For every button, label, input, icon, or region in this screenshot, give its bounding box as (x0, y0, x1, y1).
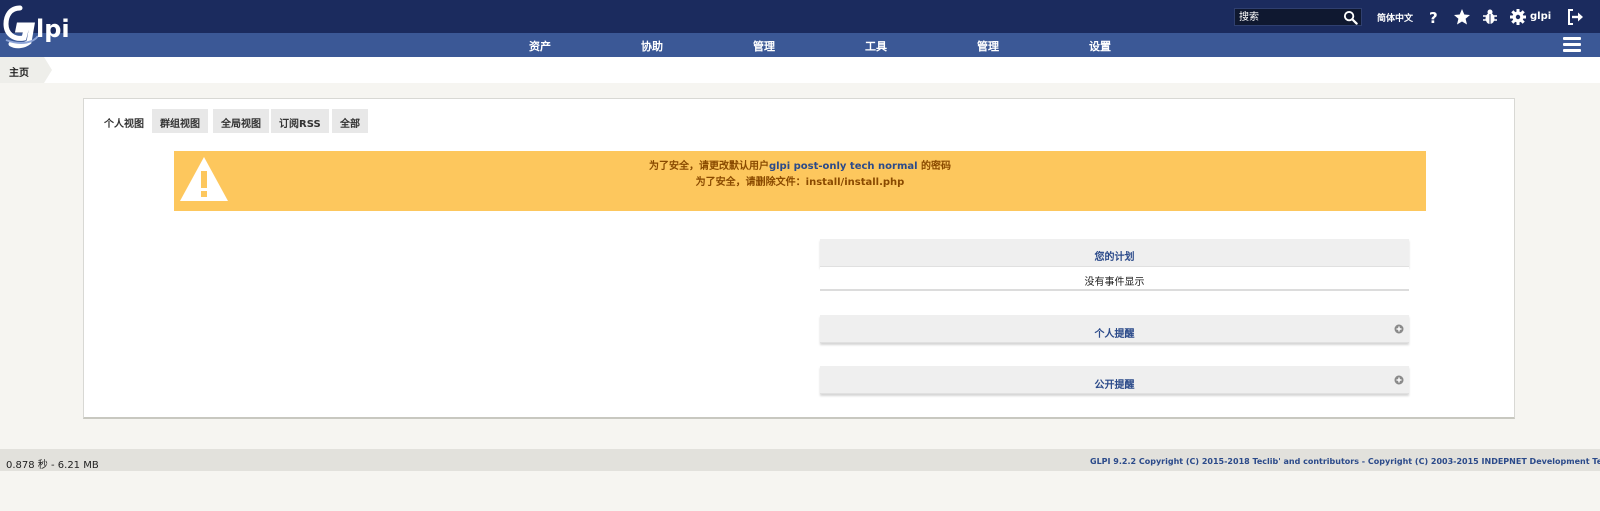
logo-text: lpi (36, 15, 70, 43)
search-input[interactable] (1235, 9, 1339, 25)
menu-assets[interactable]: 资产 (510, 38, 570, 54)
glpi-logo[interactable]: lpi (2, 2, 88, 52)
main-menu-bar (0, 33, 1600, 57)
tab-rss-feed[interactable]: 订阅RSS (271, 109, 329, 133)
alert-default-users[interactable]: glpi post-only tech normal (769, 161, 918, 172)
search-icon[interactable] (1343, 10, 1358, 25)
alert-password-message: 为了安全，请更改默认用户glpi post-only tech normal 的… (648, 161, 952, 172)
menu-management[interactable]: 管理 (734, 38, 794, 54)
breadcrumb-bar (0, 57, 1600, 83)
alert-install-file-message: 为了安全，请删除文件：install/install.php (695, 177, 905, 188)
logout-icon[interactable] (1566, 8, 1584, 26)
help-icon[interactable]: ? (1425, 8, 1443, 26)
tab-global-view[interactable]: 全局视图 (213, 109, 269, 133)
breadcrumb-home[interactable]: 主页 (9, 64, 29, 79)
public-reminders-title[interactable]: 公开提醒 (820, 376, 1409, 391)
menu-tools[interactable]: 工具 (846, 38, 906, 54)
planning-title[interactable]: 您的计划 (820, 248, 1409, 263)
tab-personal-view[interactable]: 个人视图 (96, 109, 152, 133)
breadcrumb: 主页 (0, 57, 52, 83)
hamburger-menu-icon[interactable] (1563, 37, 1581, 53)
tab-group-view[interactable]: 群组视图 (152, 109, 208, 133)
bug-icon[interactable] (1481, 8, 1499, 26)
tab-all[interactable]: 全部 (332, 109, 368, 133)
gear-icon[interactable] (1509, 8, 1527, 26)
menu-assistance[interactable]: 协助 (622, 38, 682, 54)
menu-administration[interactable]: 管理 (958, 38, 1018, 54)
language-selector[interactable]: 简体中文 (1377, 11, 1413, 24)
add-public-reminder-icon[interactable] (1394, 375, 1404, 385)
footer-stats: 0.878 秒 - 6.21 MB (6, 460, 99, 471)
username-link[interactable]: glpi (1530, 11, 1551, 22)
star-icon[interactable] (1453, 8, 1471, 26)
add-personal-reminder-icon[interactable] (1394, 324, 1404, 334)
footer-copyright-link[interactable]: GLPI 9.2.2 Copyright (C) 2015-2018 Tecli… (1090, 457, 1600, 466)
planning-empty-text: 没有事件显示 (1084, 277, 1145, 288)
personal-reminders-title[interactable]: 个人提醒 (820, 325, 1409, 340)
menu-setup[interactable]: 设置 (1070, 38, 1130, 54)
search-box (1234, 8, 1362, 26)
svg-text:?: ? (1429, 9, 1438, 26)
